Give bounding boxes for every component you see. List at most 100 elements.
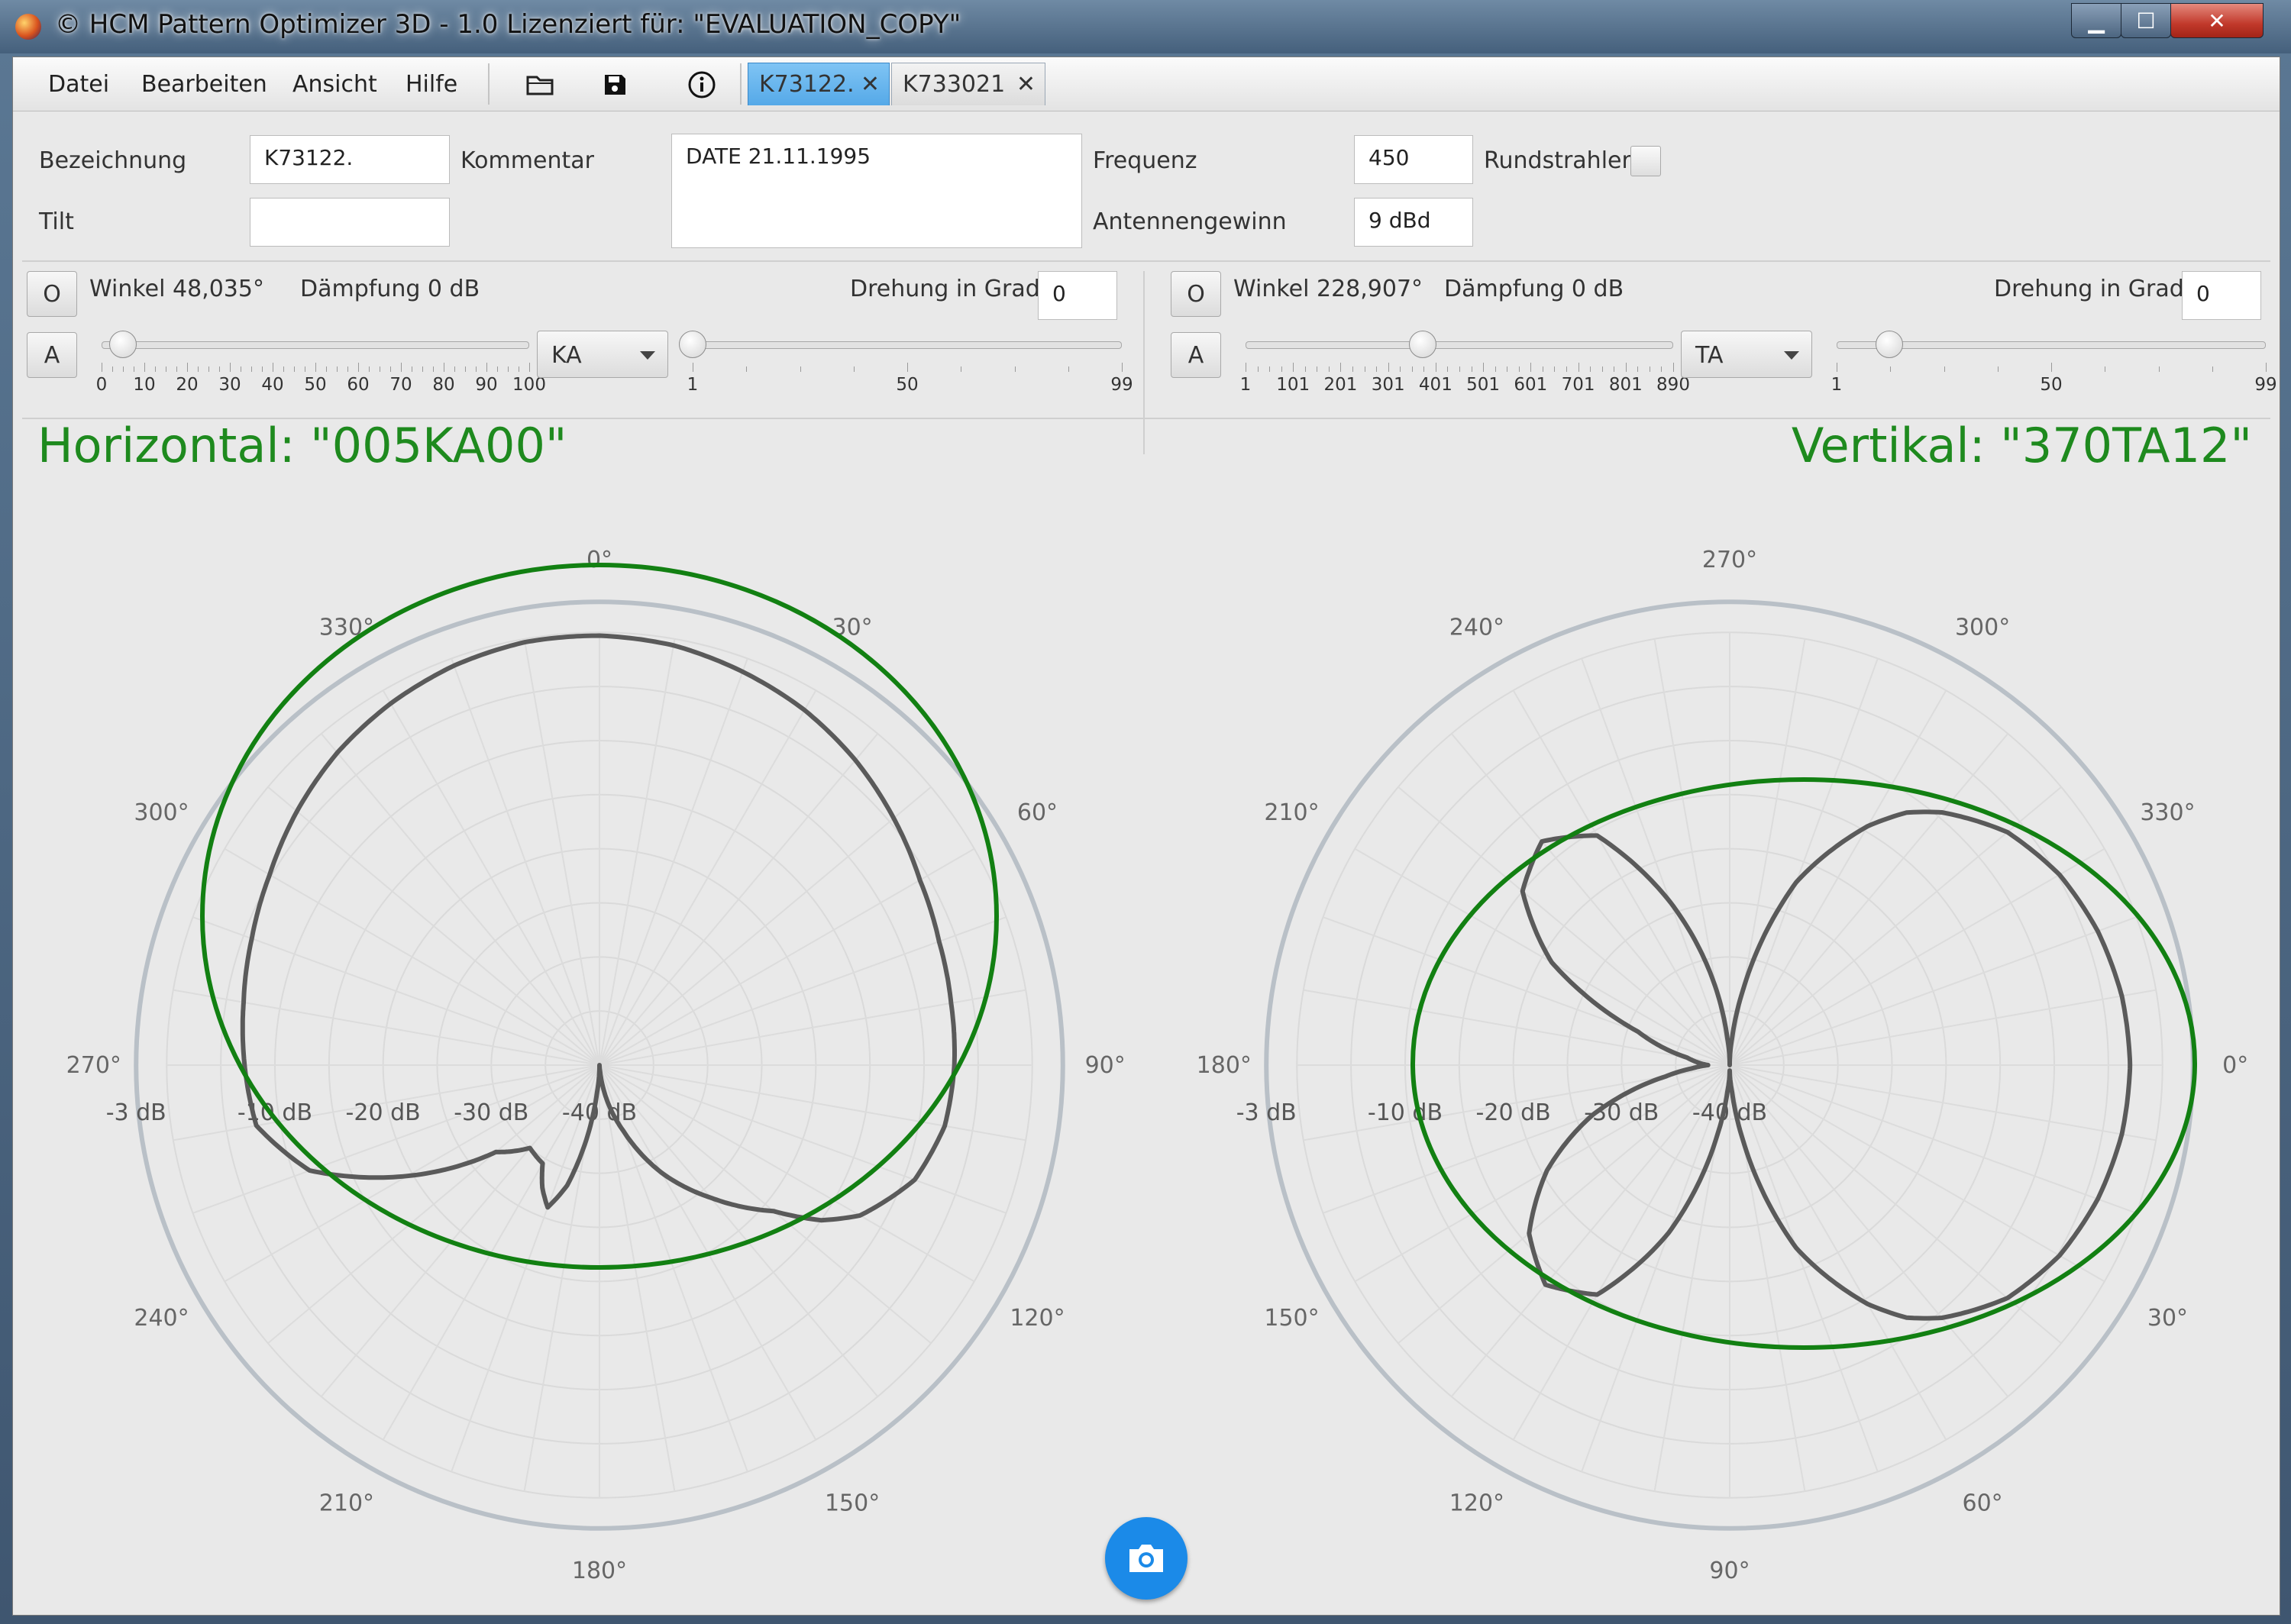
slider-tick: [369, 366, 370, 372]
tab-label: K733021: [903, 71, 1006, 98]
slider-tick: [1483, 363, 1485, 372]
left-pattern-slider[interactable]: 1 50 99: [679, 331, 1133, 401]
tab-k73122[interactable]: K73122. ✕: [748, 63, 890, 105]
slider-ticks: [1837, 363, 2267, 372]
slider-thumb[interactable]: [1409, 331, 1437, 358]
grid-spoke: [599, 786, 932, 1066]
slider-tick: [1625, 363, 1627, 372]
right-a-button[interactable]: A: [1171, 332, 1221, 378]
slider-tick: [1269, 366, 1271, 372]
slider-track[interactable]: [1246, 341, 1673, 349]
slider-tick: [1447, 366, 1449, 372]
menu-bearbeiten[interactable]: Bearbeiten: [141, 71, 267, 98]
right-dampfung-slider[interactable]: 1 101 201 301 401 501 601 701 801 890: [1240, 331, 1690, 401]
slider-tick: [347, 366, 348, 372]
slider-tick-label: 99: [2254, 375, 2277, 395]
slider-tick: [1352, 366, 1353, 372]
left-pattern-combo[interactable]: KA: [537, 331, 668, 378]
slider-tick: [1411, 366, 1413, 372]
angle-label: 60°: [1017, 799, 1058, 826]
tilt-field[interactable]: [250, 198, 450, 247]
left-winkel-readout: Winkel 48,035°: [89, 276, 264, 302]
slider-thumb[interactable]: [1875, 331, 1903, 358]
kommentar-field[interactable]: DATE 21.11.1995: [671, 134, 1082, 248]
title-bar[interactable]: © HCM Pattern Optimizer 3D - 1.0 Lizenzi…: [0, 0, 2291, 53]
folder-open-icon[interactable]: [523, 68, 557, 102]
left-a-button[interactable]: A: [27, 332, 77, 378]
rundstrahler-checkbox[interactable]: [1630, 146, 1661, 176]
frequenz-field[interactable]: 450: [1354, 135, 1473, 184]
grid-spoke: [1323, 916, 1730, 1066]
slider-tick: [800, 366, 801, 372]
slider-tick: [1530, 363, 1532, 372]
grid-spoke: [599, 1064, 879, 1397]
slider-tick-label: 90: [475, 375, 498, 395]
menu-datei[interactable]: Datei: [48, 71, 109, 98]
right-pattern-combo[interactable]: TA: [1681, 331, 1812, 378]
slider-tick-label: 70: [389, 375, 412, 395]
right-o-button[interactable]: O: [1171, 271, 1221, 317]
bezeichnung-field[interactable]: K73122.: [250, 135, 450, 184]
angle-label: 210°: [319, 1490, 374, 1516]
angle-label: 180°: [1197, 1052, 1252, 1079]
slider-ticks: [102, 363, 530, 372]
grid-spoke: [320, 733, 600, 1066]
bezeichnung-label: Bezeichnung: [39, 147, 187, 174]
grid-spoke: [1729, 1064, 2137, 1214]
slider-tick: [144, 363, 145, 372]
slider-tick-label: 101: [1276, 375, 1310, 395]
slider-track[interactable]: [102, 341, 529, 349]
right-pattern-slider[interactable]: 1 50 99: [1831, 331, 2277, 401]
grid-spoke: [1729, 786, 2062, 1066]
slider-thumb[interactable]: [109, 331, 137, 358]
tab-k733021[interactable]: K733021 ✕: [891, 63, 1045, 105]
angle-label: 240°: [134, 1305, 189, 1332]
vertical-chart-title: Vertikal: "370TA12": [1791, 418, 2252, 473]
tab-close-icon[interactable]: ✕: [861, 71, 880, 98]
left-dampfung-slider[interactable]: 0 10 20 30 40 50 60 70 80 90 100: [96, 331, 546, 401]
slider-tick: [853, 366, 855, 372]
radial-label: -40 dB: [1692, 1099, 1767, 1126]
slider-tick: [1566, 366, 1567, 372]
grid-spoke: [1729, 916, 2137, 1066]
tab-close-icon[interactable]: ✕: [1016, 71, 1036, 98]
left-o-button[interactable]: O: [27, 271, 77, 317]
screenshot-camera-button[interactable]: [1105, 1517, 1188, 1600]
right-drehung-field[interactable]: 0: [2182, 271, 2261, 320]
close-window-button[interactable]: ✕: [2170, 3, 2264, 38]
slider-track[interactable]: [693, 341, 1122, 349]
slider-tick: [497, 366, 498, 372]
minimize-button[interactable]: ▁: [2071, 3, 2121, 38]
menu-hilfe[interactable]: Hilfe: [406, 71, 457, 98]
grid-spoke: [1581, 658, 1730, 1066]
slider-tick: [2051, 363, 2052, 372]
grid-spoke: [599, 658, 748, 1066]
slider-tick: [508, 366, 509, 372]
angle-label: 120°: [1449, 1490, 1504, 1516]
client-area: Datei Bearbeiten Ansicht Hilfe K73122. ✕…: [12, 57, 2280, 1616]
slider-tick: [326, 366, 327, 372]
maximize-button[interactable]: ☐: [2121, 3, 2171, 38]
grid-spoke: [1729, 1064, 2062, 1345]
menu-ansicht[interactable]: Ansicht: [292, 71, 377, 98]
slider-tick: [187, 363, 188, 372]
slider-tick-label: 1: [687, 375, 699, 395]
slider-tick: [1328, 366, 1330, 372]
toolbar-separator: [488, 63, 490, 105]
slider-tick: [155, 366, 156, 372]
slider-thumb[interactable]: [679, 331, 706, 358]
slider-tick-label: 201: [1323, 375, 1358, 395]
save-icon[interactable]: [598, 68, 632, 102]
info-icon[interactable]: [685, 68, 719, 102]
grid-spoke: [267, 786, 600, 1066]
slider-tick: [1578, 363, 1579, 372]
slider-tick: [390, 366, 391, 372]
slider-tick: [1673, 363, 1674, 372]
slider-tick-label: 10: [133, 375, 156, 395]
antennengewinn-field[interactable]: 9 dBd: [1354, 198, 1473, 247]
slider-tick: [907, 363, 908, 372]
slider-tick: [1601, 366, 1603, 372]
camera-icon: [1129, 1545, 1163, 1572]
grid-spoke: [599, 733, 879, 1066]
left-drehung-field[interactable]: 0: [1038, 271, 1117, 320]
